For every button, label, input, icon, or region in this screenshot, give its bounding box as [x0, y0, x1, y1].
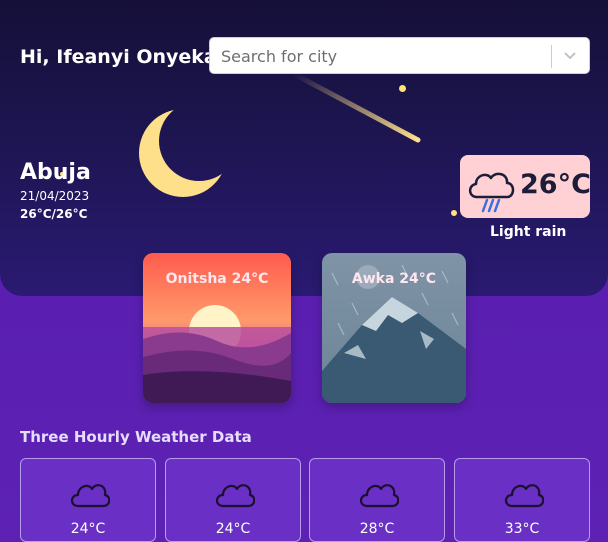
hourly-temperature: 24°C — [215, 521, 251, 537]
city-card-label: Awka 24°C — [351, 271, 437, 287]
search-divider — [551, 45, 552, 68]
hourly-card: 24°C — [165, 458, 301, 542]
moon-icon — [139, 109, 227, 197]
city-card-awka[interactable]: Awka 24°C — [322, 253, 466, 403]
hero-section: Hi, Ifeanyi Onyeka Search for city Abuja… — [0, 0, 608, 296]
current-date: 21/04/2023 — [20, 189, 90, 203]
current-temperature: 26°C — [520, 169, 591, 200]
shooting-star-icon — [291, 71, 421, 143]
rain-cloud-icon — [468, 172, 515, 213]
greeting: Hi, Ifeanyi Onyeka — [20, 46, 217, 68]
city-card-label: Onitsha 24°C — [165, 271, 269, 287]
chevron-down-icon[interactable] — [561, 46, 579, 64]
cloud-icon — [504, 484, 544, 508]
hourly-card: 28°C — [309, 458, 445, 542]
current-weather-card: 26°C — [460, 155, 591, 218]
cloud-icon — [70, 484, 110, 508]
current-city: Abuja — [20, 160, 91, 185]
search-placeholder: Search for city — [221, 47, 338, 66]
hourly-temperature: 28°C — [359, 521, 395, 537]
hourly-card: 24°C — [20, 458, 156, 542]
hourly-card: 33°C — [454, 458, 590, 542]
hourly-temperature: 33°C — [504, 521, 540, 537]
star-icon — [399, 85, 406, 92]
cloud-icon — [359, 484, 399, 508]
weather-condition: Light rain — [490, 224, 567, 240]
city-card-onitsha[interactable]: Onitsha 24°C — [143, 253, 291, 403]
star-icon — [451, 210, 457, 216]
hourly-section-title: Three Hourly Weather Data — [20, 428, 252, 446]
hourly-temperature: 24°C — [70, 521, 106, 537]
cloud-icon — [215, 484, 255, 508]
city-search-select[interactable]: Search for city — [209, 37, 590, 74]
temperature-range: 26°C/26°C — [20, 207, 88, 221]
